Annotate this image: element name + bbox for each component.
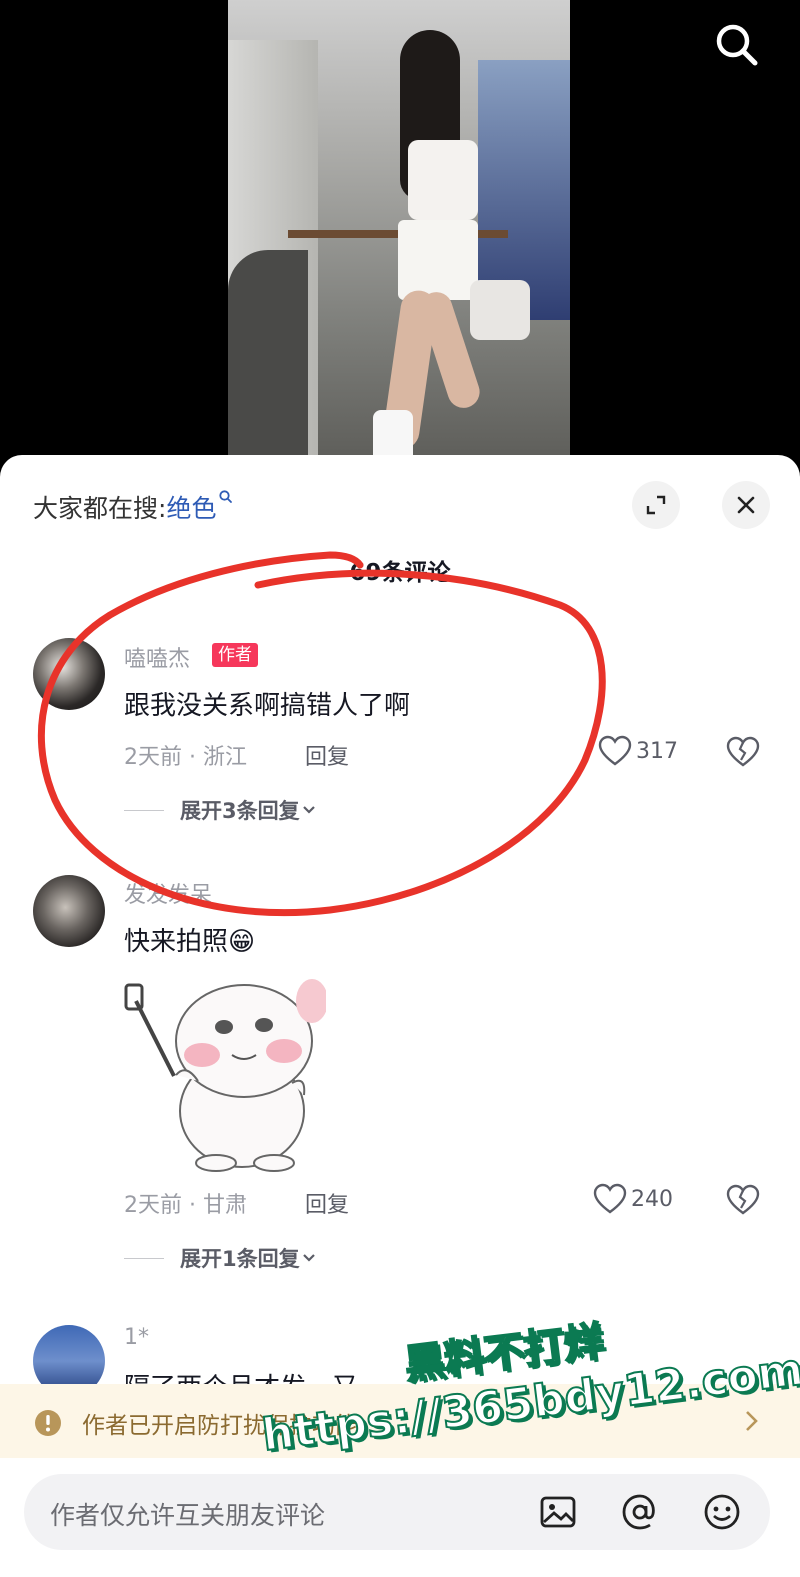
heart-icon	[593, 1183, 627, 1214]
close-button[interactable]	[722, 481, 770, 529]
reply-button[interactable]: 回复	[305, 1187, 349, 1219]
dislike-button[interactable]	[726, 736, 760, 772]
video-scene-person	[373, 30, 530, 460]
trending-search[interactable]: 大家都在搜:绝色	[33, 489, 234, 525]
chevron-down-icon	[302, 1254, 315, 1262]
comment-input[interactable]: 作者仅允许互关朋友评论	[24, 1474, 770, 1550]
chevron-down-icon	[302, 806, 315, 814]
trending-keyword[interactable]: 绝色	[166, 494, 216, 523]
protection-notice[interactable]: 作者已开启防打扰保护功能	[0, 1384, 800, 1458]
heart-icon	[598, 735, 632, 766]
comment-text: 快来拍照😁	[124, 927, 256, 957]
image-icon	[540, 1496, 576, 1528]
chevron-right-icon	[746, 1411, 758, 1431]
emoji-button[interactable]	[700, 1490, 744, 1534]
broken-heart-icon	[726, 1184, 760, 1215]
like-button[interactable]: 240	[593, 1183, 673, 1215]
comment-sticker-image[interactable]	[124, 971, 328, 1173]
expand-replies[interactable]: 展开1条回复	[124, 1243, 318, 1273]
expand-replies[interactable]: 展开3条回复	[124, 795, 318, 825]
protection-notice-text: 作者已开启防打扰保护功能	[82, 1413, 358, 1439]
selfie-bear-sticker	[124, 979, 328, 1172]
dislike-button[interactable]	[726, 1184, 760, 1220]
at-icon	[622, 1494, 655, 1530]
expand-button[interactable]	[632, 481, 680, 529]
comment-username[interactable]: 发发发呆	[124, 877, 212, 909]
video-player[interactable]	[0, 0, 800, 470]
smiley-icon	[704, 1494, 740, 1530]
expand-replies-label: 展开3条回复	[180, 799, 300, 823]
comment-text: 跟我没关系啊搞错人了啊	[124, 691, 411, 721]
expand-replies-label: 展开1条回复	[180, 1247, 300, 1271]
search-button[interactable]	[708, 16, 764, 72]
search-icon	[716, 24, 758, 66]
broken-heart-icon	[726, 736, 760, 767]
author-badge: 作者	[212, 643, 258, 667]
keyword-search-icon	[219, 490, 233, 503]
comment-count: 69条评论	[349, 560, 451, 586]
close-icon	[737, 496, 755, 514]
info-icon	[35, 1410, 61, 1436]
comment-input-placeholder: 作者仅允许互关朋友评论	[50, 1501, 326, 1530]
avatar[interactable]	[33, 638, 105, 710]
comment-sheet: 大家都在搜:绝色 69条评论 嗑嗑杰 作者 跟我没关系啊搞错人了啊 2天前 · …	[0, 455, 800, 1577]
comment-meta: 2天前 · 甘肃	[124, 1193, 247, 1218]
mention-button[interactable]	[618, 1490, 662, 1534]
video-scene-escalator	[228, 250, 308, 460]
like-button[interactable]: 317	[598, 735, 678, 767]
trending-prefix: 大家都在搜:	[33, 494, 167, 523]
comment-username[interactable]: 嗑嗑杰	[124, 641, 190, 673]
reply-button[interactable]: 回复	[305, 739, 349, 771]
like-count: 317	[636, 738, 678, 764]
video-frame[interactable]	[228, 0, 570, 460]
image-button[interactable]	[536, 1490, 580, 1534]
avatar[interactable]	[33, 875, 105, 947]
comment-username[interactable]: 1*	[124, 1325, 149, 1350]
expand-icon	[646, 495, 666, 515]
comment-meta: 2天前 · 浙江	[124, 745, 247, 770]
like-count: 240	[631, 1186, 673, 1212]
